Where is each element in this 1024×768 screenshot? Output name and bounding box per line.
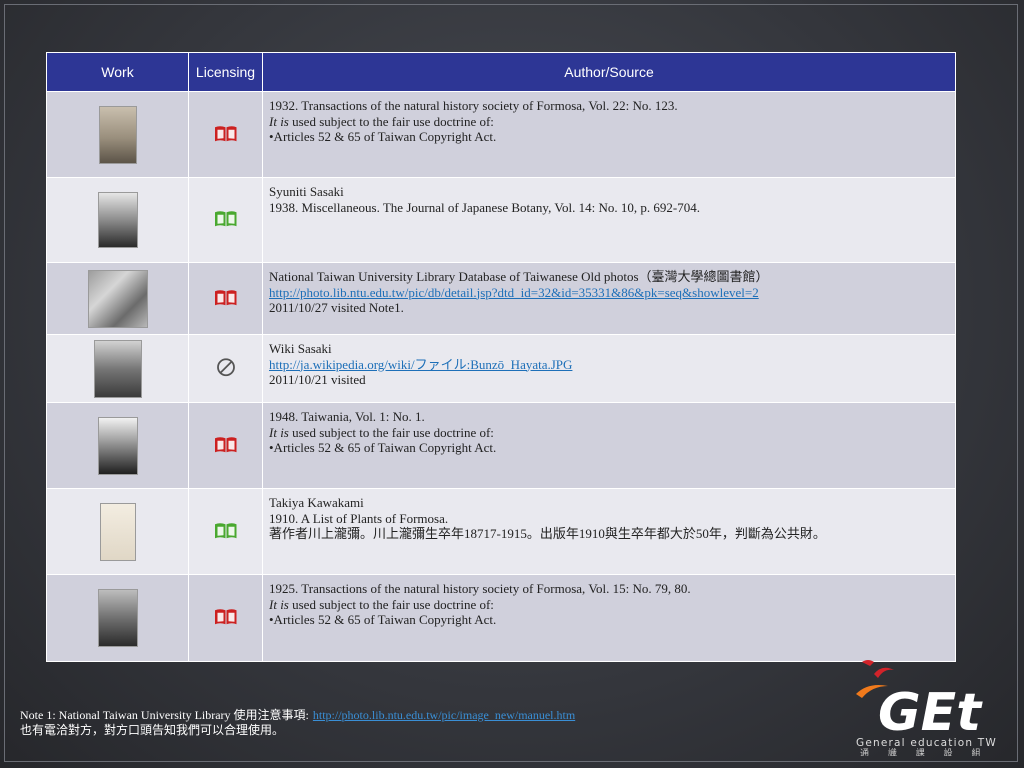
source-line: •Articles 52 & 65 of Taiwan Copyright Ac… bbox=[269, 129, 497, 144]
work-cell bbox=[46, 262, 189, 335]
source-link[interactable]: http://photo.lib.ntu.edu.tw/pic/db/detai… bbox=[269, 285, 759, 300]
work-cell bbox=[46, 574, 189, 662]
logo-wordmark: GEt bbox=[878, 683, 983, 743]
green-book-icon bbox=[213, 208, 239, 232]
green-book-icon bbox=[213, 520, 239, 544]
attribution-table: Work Licensing Author/Source 1932. Trans… bbox=[46, 52, 956, 662]
table-row: 1948. Taiwania, Vol. 1: No. 1. It is used… bbox=[46, 402, 956, 489]
table-row: Takiya Kawakami 1910. A List of Plants of… bbox=[46, 488, 956, 575]
footnote: Note 1: National Taiwan University Libra… bbox=[20, 708, 575, 738]
work-cell bbox=[46, 402, 189, 489]
source-link-line: http://ja.wikipedia.org/wiki/ファイル:Bunzō_… bbox=[269, 357, 949, 373]
work-cell bbox=[46, 91, 189, 178]
source-text: used subject to the fair use doctrine of… bbox=[288, 424, 494, 440]
work-cell bbox=[46, 177, 189, 263]
table-row: Syuniti Sasaki 1938. Miscellaneous. The J… bbox=[46, 177, 956, 263]
source-line: 2011/10/27 visited Note1. bbox=[269, 300, 404, 315]
header-work: Work bbox=[46, 52, 189, 92]
work-cell bbox=[46, 334, 189, 403]
source-cell: National Taiwan University Library Datab… bbox=[262, 262, 956, 335]
source-line: 1932. Transactions of the natural histor… bbox=[269, 98, 678, 113]
license-cell bbox=[188, 334, 263, 403]
work-photo bbox=[87, 269, 148, 328]
footnote-link[interactable]: http://photo.lib.ntu.edu.tw/pic/image_ne… bbox=[313, 708, 575, 722]
red-book-icon bbox=[213, 606, 239, 630]
source-link-line: http://photo.lib.ntu.edu.tw/pic/db/detai… bbox=[269, 285, 949, 301]
license-cell bbox=[188, 177, 263, 263]
table-row: 1925. Transactions of the natural histor… bbox=[46, 574, 956, 662]
public-domain-icon bbox=[216, 357, 236, 381]
red-book-icon bbox=[213, 434, 239, 458]
work-photo bbox=[97, 589, 138, 647]
license-cell bbox=[188, 402, 263, 489]
license-cell bbox=[188, 91, 263, 178]
source-line: Syuniti Sasaki bbox=[269, 184, 344, 199]
table-row: 1932. Transactions of the natural histor… bbox=[46, 91, 956, 178]
source-line: Takiya Kawakami bbox=[269, 495, 364, 510]
header-author-source: Author/Source bbox=[262, 52, 956, 92]
source-cell: 1932. Transactions of the natural histor… bbox=[262, 91, 956, 178]
license-cell bbox=[188, 574, 263, 662]
work-photo bbox=[97, 416, 138, 475]
red-book-icon bbox=[213, 123, 239, 147]
footnote-text: Note 1: National Taiwan University Libra… bbox=[20, 708, 309, 722]
source-line: 著作者川上瀧彌。川上瀧彌生卒年18717-1915。出版年1910與生卒年都大於… bbox=[269, 526, 826, 541]
header-licensing: Licensing bbox=[188, 52, 263, 92]
work-photo bbox=[98, 105, 137, 164]
logo-swoosh-red bbox=[874, 667, 894, 678]
logo-chinese: 通 識 課 設 組 bbox=[860, 747, 988, 756]
source-italic: It is bbox=[269, 113, 289, 129]
source-cell: Takiya Kawakami 1910. A List of Plants of… bbox=[262, 488, 956, 575]
work-photo bbox=[93, 339, 142, 398]
source-italic: It is bbox=[269, 424, 289, 440]
source-line: 1938. Miscellaneous. The Journal of Japa… bbox=[269, 199, 700, 215]
source-line: •Articles 52 & 65 of Taiwan Copyright Ac… bbox=[269, 612, 497, 627]
work-photo bbox=[97, 192, 138, 248]
source-line: Wiki Sasaki bbox=[269, 341, 332, 356]
table-header-row: Work Licensing Author/Source bbox=[46, 52, 956, 92]
source-link[interactable]: http://ja.wikipedia.org/wiki/ファイル:Bunzō_… bbox=[269, 357, 572, 372]
source-line: 1948. Taiwania, Vol. 1: No. 1. bbox=[269, 409, 425, 424]
source-text: used subject to the fair use doctrine of… bbox=[288, 113, 494, 129]
source-line: It is used subject to the fair use doctr… bbox=[269, 597, 949, 613]
source-cell: Wiki Sasaki http://ja.wikipedia.org/wiki/… bbox=[262, 334, 956, 403]
red-book-icon bbox=[213, 287, 239, 311]
source-line: National Taiwan University Library Datab… bbox=[269, 269, 769, 284]
source-cell: Syuniti Sasaki 1938. Miscellaneous. The J… bbox=[262, 177, 956, 263]
license-cell bbox=[188, 262, 263, 335]
logo-tagline: General education TW bbox=[856, 737, 997, 749]
logo-swoosh-red-top bbox=[862, 660, 874, 666]
table-row: Wiki Sasaki http://ja.wikipedia.org/wiki/… bbox=[46, 334, 956, 403]
source-cell: 1925. Transactions of the natural histor… bbox=[262, 574, 956, 662]
source-italic: It is bbox=[269, 596, 289, 612]
source-line: 2011/10/21 visited bbox=[269, 372, 366, 387]
work-photo bbox=[99, 502, 136, 561]
source-line: It is used subject to the fair use doctr… bbox=[269, 114, 949, 130]
source-line: It is used subject to the fair use doctr… bbox=[269, 425, 949, 441]
work-cell bbox=[46, 488, 189, 575]
source-line: •Articles 52 & 65 of Taiwan Copyright Ac… bbox=[269, 440, 497, 455]
source-text: used subject to the fair use doctrine of… bbox=[288, 596, 494, 612]
source-cell: 1948. Taiwania, Vol. 1: No. 1. It is used… bbox=[262, 402, 956, 489]
source-line: 1925. Transactions of the natural histor… bbox=[269, 581, 691, 596]
source-line: 1910. A List of Plants of Formosa. bbox=[269, 510, 449, 526]
license-cell bbox=[188, 488, 263, 575]
footnote-text-2: 也有電洽對方，對方口頭告知我們可以合理使用。 bbox=[20, 723, 285, 737]
get-logo: GEt General education TW 通 識 課 設 組 bbox=[856, 660, 997, 756]
table-row: National Taiwan University Library Datab… bbox=[46, 262, 956, 335]
